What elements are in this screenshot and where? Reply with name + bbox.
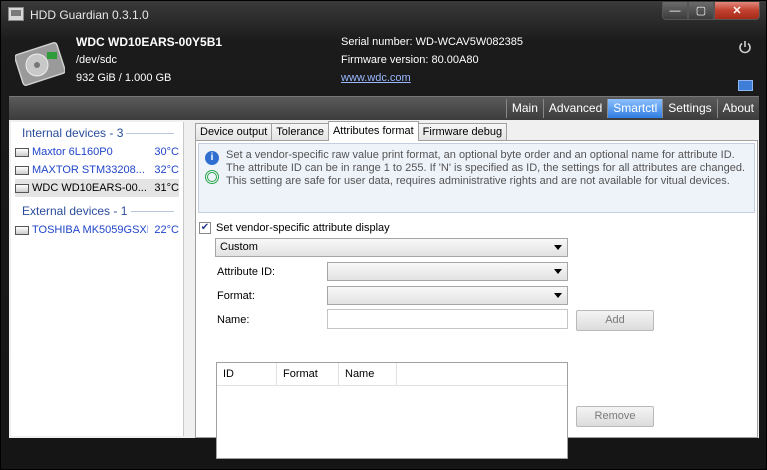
drive-icon: [15, 165, 29, 175]
main-area: Internal devices - 3 Maxtor 6L160P0 30°C…: [9, 120, 759, 459]
device-name: TOSHIBA MK5059GSXP: [32, 224, 149, 236]
device-name: Maxtor 6L160P0: [32, 146, 113, 158]
nav-tab-settings[interactable]: Settings: [662, 99, 716, 118]
hard-drive-icon: [15, 42, 65, 86]
attributes-format-panel: i Set a vendor-specific raw value print …: [195, 140, 758, 459]
app-window: HDD Guardian 0.3.1.0 — ▢ ✕ WDC WD10EARS-…: [0, 0, 767, 470]
device-path: /dev/sdc: [76, 54, 117, 66]
close-button[interactable]: ✕: [714, 2, 760, 20]
device-item-maxtor-6l160p0[interactable]: Maxtor 6L160P0 30°C: [15, 143, 179, 161]
attribute-id-dropdown[interactable]: [327, 262, 568, 281]
nav-tab-advanced[interactable]: Advanced: [542, 99, 607, 118]
tab-tolerance[interactable]: Tolerance: [271, 123, 329, 141]
device-list-panel: Internal devices - 3 Maxtor 6L160P0 30°C…: [11, 122, 184, 436]
column-header-id[interactable]: ID: [217, 363, 277, 385]
smartctl-panel: Device output Tolerance Attributes forma…: [187, 120, 759, 459]
device-temperature: 30°C: [154, 146, 179, 158]
nav-tab-smartctl[interactable]: Smartctl: [607, 99, 663, 118]
name-input[interactable]: [327, 309, 568, 329]
info-line: This setting are safe for user data, req…: [226, 175, 730, 187]
firmware-version: Firmware version: 80.00A80: [341, 54, 479, 66]
drive-header: WDC WD10EARS-00Y5B1 /dev/sdc 932 GiB / 1…: [1, 28, 766, 96]
external-devices-header: External devices - 1: [22, 204, 128, 218]
vendor-attribute-checkbox[interactable]: ✔: [199, 222, 211, 234]
drive-capacity: 932 GiB / 1.000 GB: [76, 72, 172, 84]
safe-indicator-icon: [205, 170, 219, 184]
device-temperature: 31°C: [154, 182, 179, 194]
chevron-down-icon: [554, 245, 562, 250]
title-bar[interactable]: HDD Guardian 0.3.1.0 — ▢ ✕: [1, 1, 766, 28]
chevron-down-icon: [554, 269, 562, 274]
window-footer: [1, 438, 766, 469]
format-dropdown[interactable]: [327, 286, 568, 305]
add-button[interactable]: Add: [576, 310, 654, 331]
device-temperature: 32°C: [154, 164, 179, 176]
info-text: Set a vendor-specific raw value print fo…: [226, 149, 751, 188]
nav-tab-main[interactable]: Main: [505, 99, 543, 118]
drive-icon: [15, 183, 29, 193]
tab-firmware-debug[interactable]: Firmware debug: [417, 123, 508, 141]
info-line: Set a vendor-specific raw value print fo…: [226, 149, 735, 161]
device-temperature: 22°C: [154, 224, 179, 236]
checkbox-label: Set vendor-specific attribute display: [216, 222, 390, 234]
external-header-divider: [131, 211, 174, 212]
preset-value: Custom: [220, 241, 258, 253]
main-nav: Main Advanced Smartctl Settings About: [9, 96, 759, 121]
drive-icon: [15, 225, 29, 235]
attribute-list-header: ID Format Name: [217, 363, 567, 386]
device-name: MAXTOR STM33208...: [32, 164, 145, 176]
remove-button[interactable]: Remove: [576, 406, 654, 427]
maximize-button[interactable]: ▢: [688, 2, 714, 20]
nav-tab-about[interactable]: About: [716, 99, 759, 118]
chevron-down-icon: [554, 293, 562, 298]
info-icon: i: [205, 151, 219, 165]
power-icon[interactable]: [738, 40, 752, 54]
drive-model: WDC WD10EARS-00Y5B1: [76, 35, 223, 49]
vendor-website-link[interactable]: www.wdc.com: [341, 72, 411, 84]
tray-icon[interactable]: [738, 80, 753, 91]
tab-attributes-format[interactable]: Attributes format: [327, 121, 419, 141]
drive-icon: [15, 147, 29, 157]
info-box: i Set a vendor-specific raw value print …: [198, 143, 755, 213]
minimize-button[interactable]: —: [662, 2, 688, 20]
window-controls: — ▢ ✕: [662, 2, 760, 21]
format-label: Format:: [217, 290, 255, 302]
smartctl-subtabs: Device output Tolerance Attributes forma…: [195, 121, 508, 141]
attribute-id-label: Attribute ID:: [217, 266, 276, 278]
device-item-maxtor-stm33208[interactable]: MAXTOR STM33208... 32°C: [15, 161, 179, 179]
serial-number: Serial number: WD-WCAV5W082385: [341, 36, 523, 48]
tab-device-output[interactable]: Device output: [195, 123, 273, 141]
device-item-toshiba-mk5059gsxp[interactable]: TOSHIBA MK5059GSXP 22°C: [15, 221, 179, 239]
app-disk-icon: [8, 7, 24, 21]
column-header-format[interactable]: Format: [277, 363, 339, 385]
name-label: Name:: [217, 314, 250, 326]
vendor-attribute-checkbox-row[interactable]: ✔ Set vendor-specific attribute display: [199, 222, 390, 234]
preset-dropdown[interactable]: Custom: [215, 238, 568, 257]
device-name: WDC WD10EARS-00...: [32, 182, 147, 194]
info-line: The attribute ID can be in range 1 to 25…: [226, 162, 746, 174]
column-header-name[interactable]: Name: [339, 363, 397, 385]
internal-header-divider: [126, 133, 174, 134]
device-item-wdc-wd10ears[interactable]: WDC WD10EARS-00... 31°C: [15, 179, 179, 197]
window-title: HDD Guardian 0.3.1.0: [30, 8, 149, 22]
nav-tabs: Main Advanced Smartctl Settings About: [505, 99, 759, 118]
internal-devices-header: Internal devices - 3: [22, 126, 124, 140]
